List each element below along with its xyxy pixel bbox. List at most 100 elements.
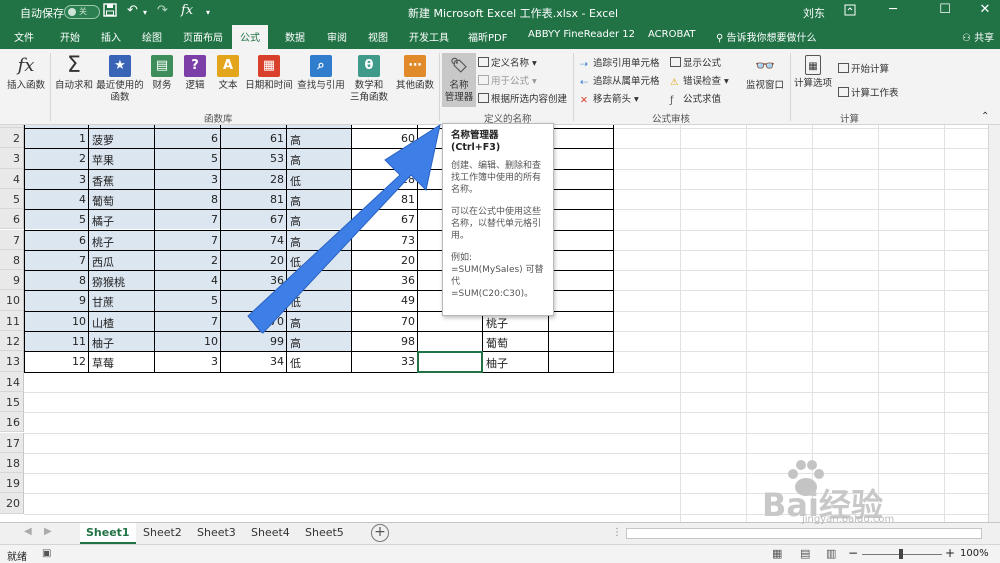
cell-e[interactable]: 高: [287, 232, 352, 250]
undo-icon[interactable]: ↶: [127, 3, 138, 18]
insert-function-qa-icon[interactable]: fx: [181, 3, 193, 18]
define-name-button[interactable]: 定义名称 ▾: [478, 55, 537, 69]
maximize-icon[interactable]: ☐: [930, 2, 960, 22]
new-sheet-button[interactable]: +: [371, 524, 389, 542]
sheet-tab-sheet4[interactable]: Sheet4: [245, 523, 296, 544]
sheet-tab-sheet3[interactable]: Sheet3: [191, 523, 242, 544]
cell-e[interactable]: 高: [287, 191, 352, 209]
zoom-out-icon[interactable]: −: [848, 546, 858, 560]
calculate-now-button[interactable]: 开始计算: [838, 61, 889, 75]
row-header[interactable]: 20: [0, 493, 24, 514]
cell-i[interactable]: 8: [25, 272, 89, 290]
cell-h[interactable]: 柚子: [483, 353, 549, 371]
cell-d[interactable]: 99: [221, 333, 287, 351]
tab-4[interactable]: 页面布局: [183, 29, 223, 44]
cell-fruit[interactable]: 菠萝: [89, 130, 155, 148]
cell-d[interactable]: 74: [221, 232, 287, 250]
row-header[interactable]: 15: [0, 391, 24, 413]
cell-d[interactable]: 67: [221, 211, 287, 229]
cell-e[interactable]: 高: [287, 130, 352, 148]
cell-h[interactable]: 葡萄: [483, 333, 549, 351]
calculate-sheet-button[interactable]: 计算工作表: [838, 85, 899, 99]
cell-f[interactable]: 33: [352, 353, 418, 371]
row-header[interactable]: 17: [0, 432, 24, 453]
tell-me-search[interactable]: ⚲ 告诉我你想要做什么: [716, 29, 817, 44]
cell-fruit[interactable]: 草莓: [89, 353, 155, 371]
cell-i[interactable]: 4: [25, 191, 89, 209]
row-header[interactable]: 8: [0, 249, 24, 271]
cell-i[interactable]: 10: [25, 313, 89, 331]
cell-d[interactable]: 20: [221, 252, 287, 270]
cell-f[interactable]: 60: [352, 130, 418, 148]
use-in-formula-button[interactable]: 用于公式 ▾: [478, 73, 537, 87]
cell-d[interactable]: 81: [221, 191, 287, 209]
recent-functions-button[interactable]: ★ 最近使用的 函数: [95, 55, 145, 104]
cell-i[interactable]: 7: [25, 252, 89, 270]
tab-12[interactable]: ACROBAT: [648, 29, 696, 40]
cell-c[interactable]: 2: [155, 252, 221, 270]
ribbon-display-icon[interactable]: [835, 2, 865, 22]
cell-d[interactable]: 36: [221, 272, 287, 290]
tab-5[interactable]: 公式: [232, 25, 268, 49]
cell-fruit[interactable]: 甘蔗: [89, 292, 155, 310]
cell-e[interactable]: 高: [287, 211, 352, 229]
cell-f[interactable]: 52: [352, 150, 418, 168]
tab-8[interactable]: 视图: [368, 29, 388, 44]
watch-window-button[interactable]: 👓 监视窗口: [742, 55, 788, 92]
cell-i[interactable]: 3: [25, 171, 89, 189]
redo-icon[interactable]: ↷: [157, 3, 168, 18]
cell-i[interactable]: 1: [25, 130, 89, 148]
cell-fruit[interactable]: 柚子: [89, 333, 155, 351]
row-header[interactable]: 9: [0, 270, 24, 291]
financial-button[interactable]: ▤ 财务: [148, 55, 176, 92]
cell-fruit[interactable]: 橘子: [89, 211, 155, 229]
row-header[interactable]: 19: [0, 473, 24, 494]
tab-1[interactable]: 开始: [60, 29, 80, 44]
row-header[interactable]: 5: [0, 188, 24, 210]
cell-fruit[interactable]: 山楂: [89, 313, 155, 331]
error-checking-button[interactable]: ⚠ 错误检查 ▾: [670, 73, 729, 88]
minimize-icon[interactable]: ─: [878, 2, 908, 22]
name-manager-button[interactable]: 🏷 名称 管理器: [442, 53, 476, 107]
cell-c[interactable]: 7: [155, 313, 221, 331]
cell-fruit[interactable]: 香蕉: [89, 171, 155, 189]
tab-10[interactable]: 福昕PDF: [468, 29, 507, 44]
cell-c[interactable]: 5: [155, 150, 221, 168]
cell-e[interactable]: 低: [287, 292, 352, 310]
tab-11[interactable]: ABBYY FineReader 12: [528, 29, 635, 40]
zoom-in-icon[interactable]: +: [945, 546, 955, 560]
remove-arrows-button[interactable]: ✕ 移去箭头 ▾: [580, 91, 639, 106]
sheet-tab-sheet1[interactable]: Sheet1: [80, 523, 136, 544]
cell-fruit[interactable]: 西瓜: [89, 252, 155, 270]
close-icon[interactable]: ✕: [970, 2, 1000, 22]
autosum-button[interactable]: Σ 自动求和: [54, 55, 94, 92]
math-trig-button[interactable]: θ 数学和 三角函数: [346, 55, 392, 104]
lookup-button[interactable]: ⌕ 查找与引用: [296, 55, 346, 92]
cell-i[interactable]: 11: [25, 333, 89, 351]
cell-f[interactable]: 36: [352, 272, 418, 290]
cell-i[interactable]: 12: [25, 353, 89, 371]
cell-e[interactable]: 高: [287, 313, 352, 331]
cell-c[interactable]: 7: [155, 232, 221, 250]
vertical-scrollbar[interactable]: [988, 125, 1000, 522]
trace-precedents-button[interactable]: ⇢ 追踪引用单元格: [580, 55, 660, 70]
row-header[interactable]: 11: [0, 310, 24, 331]
cell-f[interactable]: 67: [352, 211, 418, 229]
calc-options-button[interactable]: ▦ 计算选项: [793, 55, 833, 90]
cell-i[interactable]: 6: [25, 232, 89, 250]
cell-c[interactable]: 3: [155, 171, 221, 189]
sheet-tab-sheet5[interactable]: Sheet5: [299, 523, 350, 544]
cell-f[interactable]: 49: [352, 292, 418, 310]
zoom-level[interactable]: 100%: [960, 548, 989, 559]
customize-qa-icon[interactable]: ▾: [206, 8, 210, 17]
sheet-tab-sheet2[interactable]: Sheet2: [137, 523, 188, 544]
create-from-selection-button[interactable]: 根据所选内容创建: [478, 91, 567, 105]
cell-e[interactable]: 高: [287, 150, 352, 168]
undo-dropdown-icon[interactable]: ▾: [143, 8, 147, 17]
share-button[interactable]: ⚇ 共享: [962, 29, 994, 44]
row-header[interactable]: 14: [0, 371, 24, 392]
cell-fruit[interactable]: 葡萄: [89, 191, 155, 209]
macro-record-icon[interactable]: ▣: [42, 548, 51, 559]
cell-c[interactable]: 8: [155, 191, 221, 209]
tab-0[interactable]: 文件: [14, 29, 34, 44]
